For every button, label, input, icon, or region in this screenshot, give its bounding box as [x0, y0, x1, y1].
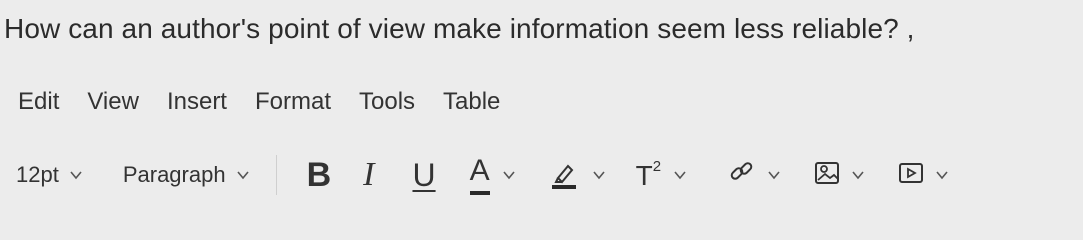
- toolbar-separator: [275, 155, 277, 195]
- chevron-down-icon: [851, 168, 865, 182]
- insert-image-button[interactable]: [813, 158, 865, 192]
- superscript-button[interactable]: T2: [636, 158, 687, 192]
- link-icon: [727, 157, 757, 193]
- chevron-down-icon: [673, 168, 687, 182]
- chevron-down-icon: [935, 168, 949, 182]
- menu-insert[interactable]: Insert: [167, 88, 227, 116]
- editor-menu-bar: Edit View Insert Format Tools Table: [18, 88, 500, 116]
- question-text: How can an author's point of view make i…: [4, 13, 915, 44]
- block-format-dropdown[interactable]: Paragraph: [123, 162, 250, 188]
- chevron-down-icon: [236, 168, 250, 182]
- block-format-value: Paragraph: [122, 162, 226, 187]
- menu-edit[interactable]: Edit: [18, 88, 59, 116]
- italic-button[interactable]: I: [363, 156, 374, 194]
- menu-format[interactable]: Format: [255, 88, 331, 116]
- editor-toolbar: 12pt Paragraph B I U A T2: [16, 150, 1083, 200]
- chevron-down-icon: [69, 168, 83, 182]
- chevron-down-icon: [502, 168, 516, 182]
- menu-view[interactable]: View: [87, 88, 139, 116]
- superscript-icon: T2: [635, 158, 662, 191]
- chevron-down-icon: [592, 168, 606, 182]
- font-color-icon: A: [469, 155, 490, 195]
- menu-tools[interactable]: Tools: [359, 88, 415, 116]
- highlighter-icon: [550, 160, 578, 190]
- font-color-button[interactable]: A: [469, 155, 516, 195]
- insert-media-button[interactable]: [897, 158, 949, 192]
- menu-table[interactable]: Table: [443, 88, 500, 116]
- media-icon: [897, 158, 925, 192]
- bold-button[interactable]: B: [307, 156, 332, 195]
- image-icon: [813, 158, 841, 192]
- underline-button[interactable]: U: [412, 157, 435, 194]
- font-size-value: 12pt: [16, 162, 59, 187]
- highlight-color-button[interactable]: [550, 160, 606, 190]
- chevron-down-icon: [767, 168, 781, 182]
- insert-link-button[interactable]: [727, 157, 781, 193]
- font-size-dropdown[interactable]: 12pt: [16, 162, 83, 188]
